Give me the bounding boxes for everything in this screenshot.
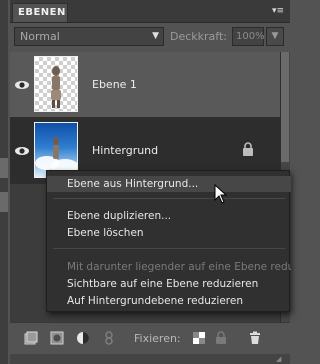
new-layer-icon[interactable] xyxy=(24,331,38,345)
lock-transparency-icon[interactable] xyxy=(192,331,206,345)
figure-silhouette-icon xyxy=(51,66,61,108)
link-icon[interactable] xyxy=(102,331,116,345)
blend-mode-value: Normal xyxy=(20,30,60,43)
layer-thumbnail xyxy=(34,56,78,112)
opacity-label: Deckkraft: xyxy=(170,30,227,43)
adjustment-layer-icon[interactable] xyxy=(76,331,90,345)
lock-icon xyxy=(243,142,253,156)
left-panel-edge xyxy=(0,0,8,364)
layers-toolbar: Fixieren: xyxy=(10,322,290,355)
panel-status-bar xyxy=(10,354,290,364)
opacity-dropdown-button[interactable]: ▼ xyxy=(266,27,284,46)
layer-row-ebene-1[interactable]: Ebene 1 xyxy=(10,52,280,118)
menu-item-auf-hintergrundebene-reduzieren[interactable]: Auf Hintergrundebene reduzieren xyxy=(47,293,291,309)
layer-mask-icon[interactable] xyxy=(50,331,64,345)
trash-icon[interactable] xyxy=(248,331,262,345)
chevron-down-icon: ▼ xyxy=(152,31,159,41)
clouds-figure-icon xyxy=(35,137,77,175)
menu-item-ebene-aus-hintergrund[interactable]: Ebene aus Hintergrund... xyxy=(47,176,291,192)
lock-all-icon[interactable] xyxy=(214,331,228,345)
resize-grip-icon[interactable]: ◢ xyxy=(276,355,284,363)
panel-tab-bar: EBENEN ▾≡ xyxy=(10,0,290,23)
blend-mode-select[interactable]: Normal ▼ xyxy=(14,27,164,46)
mouse-cursor-icon xyxy=(214,184,228,204)
layer-name: Ebene 1 xyxy=(92,78,137,91)
context-menu: Ebene aus Hintergrund... Ebene duplizier… xyxy=(46,170,291,312)
collapse-handle-2[interactable] xyxy=(0,192,8,212)
menu-separator xyxy=(53,198,285,199)
collapse-handle[interactable] xyxy=(0,158,8,178)
menu-item-sichtbare-reduzieren[interactable]: Sichtbare auf eine Ebene reduzieren xyxy=(47,276,291,292)
opacity-field[interactable]: 100% xyxy=(232,27,265,46)
layer-name: Hintergrund xyxy=(92,144,159,157)
scrollbar-thumb[interactable] xyxy=(281,52,289,162)
eye-icon[interactable] xyxy=(14,78,30,92)
menu-item-ebene-duplizieren[interactable]: Ebene duplizieren... xyxy=(47,208,291,224)
menu-separator xyxy=(53,248,285,249)
panel-menu-icon[interactable]: ▾≡ xyxy=(266,5,284,17)
lock-label: Fixieren: xyxy=(134,332,181,345)
menu-item-mit-darunter-liegender: Mit darunter liegender auf eine Ebene re… xyxy=(67,261,291,273)
menu-item-ebene-loeschen[interactable]: Ebene löschen xyxy=(47,225,291,241)
eye-icon[interactable] xyxy=(14,144,30,158)
tab-ebenen[interactable]: EBENEN xyxy=(12,3,68,22)
